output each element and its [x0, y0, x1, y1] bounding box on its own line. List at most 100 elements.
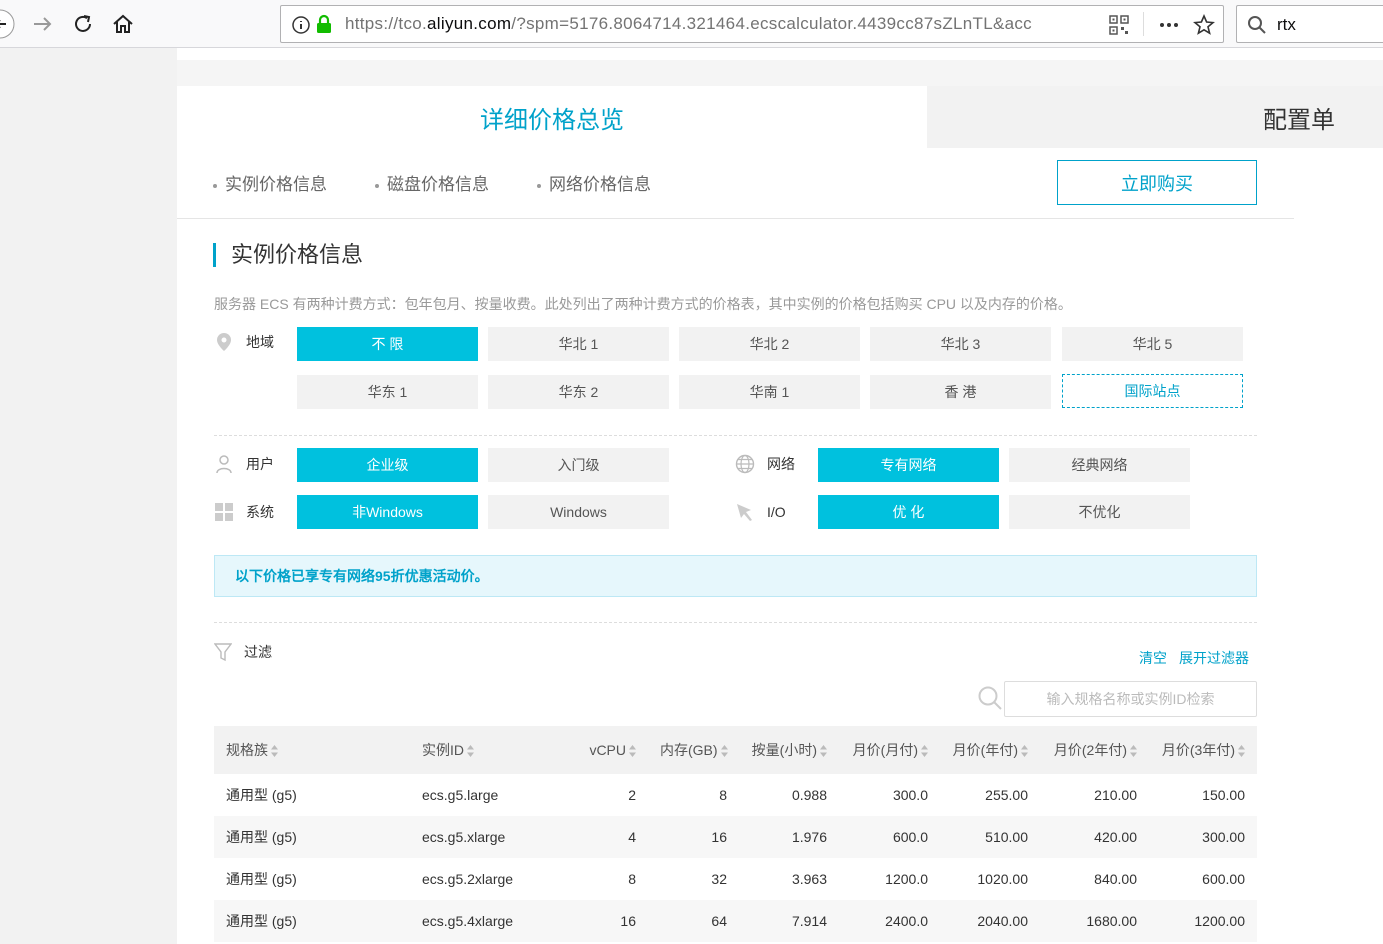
cell-yearly: 255.00	[985, 787, 1028, 803]
back-arrow-icon	[0, 9, 15, 39]
column-header-label: vCPU	[589, 742, 626, 758]
url-host: aliyun.com	[427, 14, 512, 33]
subnav-instance-price[interactable]: 实例价格信息	[213, 170, 327, 194]
qr-code-icon[interactable]	[1109, 15, 1129, 35]
sort-icon	[629, 745, 636, 758]
user-label: 用户	[214, 454, 274, 474]
filter-label: 过滤	[214, 642, 272, 662]
cell-hourly: 7.914	[791, 913, 827, 929]
network-option-vpc[interactable]: 专有网络	[818, 448, 999, 482]
network-label-text: 网络	[767, 456, 795, 472]
table-row[interactable]: 通用型 (g5) ecs.g5.xlarge 4 16 1.976 600.0 …	[214, 816, 1257, 858]
filter-clear-link[interactable]: 清空	[1139, 648, 1167, 668]
subnav-disk-price[interactable]: 磁盘价格信息	[375, 170, 489, 194]
column-header-3year[interactable]: 月价(3年付)	[1149, 740, 1257, 760]
bookmark-star-icon[interactable]	[1193, 14, 1215, 36]
cell-memory: 8	[719, 787, 727, 803]
windows-grid-icon	[214, 502, 234, 522]
back-button[interactable]	[0, 8, 24, 40]
column-header-monthly[interactable]: 月价(月付)	[839, 740, 940, 760]
subnav-network-price[interactable]: 网络价格信息	[537, 170, 651, 194]
region-option-huabei3[interactable]: 华北 3	[870, 327, 1051, 361]
column-header-hourly[interactable]: 按量(小时)	[739, 740, 839, 760]
filter-expand-link[interactable]: 展开过滤器	[1179, 648, 1249, 668]
user-option-enterprise[interactable]: 企业级	[297, 448, 478, 482]
dashed-divider	[214, 622, 1257, 623]
cell-family: 通用型 (g5)	[226, 787, 297, 803]
table-row[interactable]: 通用型 (g5) ecs.g5.4xlarge 16 64 7.914 2400…	[214, 900, 1257, 942]
system-option-non-windows[interactable]: 非Windows	[297, 495, 478, 529]
column-header-label: 月价(3年付)	[1161, 742, 1235, 758]
column-header-family[interactable]: 规格族	[214, 740, 410, 760]
filter-funnel-icon	[214, 643, 232, 662]
column-header-label: 规格族	[226, 742, 268, 758]
cell-monthly: 2400.0	[885, 913, 928, 929]
search-bar[interactable]: rtx	[1236, 5, 1383, 43]
region-option-international[interactable]: 国际站点	[1062, 374, 1243, 408]
search-value[interactable]: rtx	[1277, 15, 1296, 35]
system-label-text: 系统	[246, 504, 274, 520]
cell-yearly: 510.00	[985, 829, 1028, 845]
table-search-icon[interactable]	[977, 685, 1003, 711]
column-header-instance-id[interactable]: 实例ID	[410, 740, 560, 760]
region-option-huabei2[interactable]: 华北 2	[679, 327, 860, 361]
column-header-yearly[interactable]: 月价(年付)	[940, 740, 1040, 760]
top-strip	[177, 60, 1383, 86]
user-icon	[214, 454, 234, 474]
buy-now-button[interactable]: 立即购买	[1057, 160, 1257, 205]
column-header-vcpu[interactable]: vCPU	[560, 742, 648, 758]
user-option-entry[interactable]: 入门级	[488, 448, 669, 482]
cell-family: 通用型 (g5)	[226, 871, 297, 887]
subnav-label: 磁盘价格信息	[387, 175, 489, 194]
cell-memory: 64	[711, 913, 727, 929]
lock-icon	[317, 14, 331, 33]
cell-instance-id: ecs.g5.4xlarge	[422, 913, 514, 929]
cell-3year: 300.00	[1202, 829, 1245, 845]
page-content: 详细价格总览 配置单 实例价格信息 磁盘价格信息 网络价格信息 立即购买 实例价…	[177, 48, 1383, 944]
table-row[interactable]: 通用型 (g5) ecs.g5.2xlarge 8 32 3.963 1200.…	[214, 858, 1257, 900]
home-button[interactable]	[107, 8, 139, 40]
region-option-huabei1[interactable]: 华北 1	[488, 327, 669, 361]
pin-icon	[735, 502, 755, 522]
url-rest: /?spm=5176.8064714.321464.ecscalculator.…	[511, 14, 1032, 33]
column-header-memory[interactable]: 内存(GB)	[648, 740, 739, 760]
region-option-huadong2[interactable]: 华东 2	[488, 375, 669, 409]
column-header-label: 月价(月付)	[852, 742, 918, 758]
column-header-label: 实例ID	[422, 742, 464, 758]
instance-search-input[interactable]: 输入规格名称或实例ID检索	[1004, 681, 1257, 717]
region-option-huanan1[interactable]: 华南 1	[679, 375, 860, 409]
price-table: 规格族 实例ID vCPU 内存(GB) 按量(小时) 月价(月付) 月价(年付…	[214, 726, 1257, 942]
column-header-2year[interactable]: 月价(2年付)	[1040, 740, 1149, 760]
section-description: 服务器 ECS 有两种计费方式：包年包月、按量收费。此处列出了两种计费方式的价格…	[214, 296, 1072, 312]
cell-vcpu: 2	[628, 787, 636, 803]
url-text[interactable]: https://tco.aliyun.com/?spm=5176.8064714…	[345, 14, 1055, 34]
forward-arrow-icon	[34, 17, 52, 31]
io-option-optimized[interactable]: 优 化	[818, 495, 999, 529]
info-icon[interactable]	[291, 15, 311, 35]
region-option-huabei5[interactable]: 华北 5	[1062, 327, 1243, 361]
table-row[interactable]: 通用型 (g5) ecs.g5.large 2 8 0.988 300.0 25…	[214, 774, 1257, 816]
io-option-not-optimized[interactable]: 不优化	[1009, 495, 1190, 529]
page-actions-icon[interactable]	[1157, 15, 1181, 35]
column-header-label: 月价(年付)	[952, 742, 1018, 758]
forward-button[interactable]	[26, 8, 58, 40]
column-header-label: 按量(小时)	[751, 742, 817, 758]
user-label-text: 用户	[246, 456, 274, 472]
region-option-huadong1[interactable]: 华东 1	[297, 375, 478, 409]
cell-yearly: 2040.00	[977, 913, 1028, 929]
cell-family: 通用型 (g5)	[226, 829, 297, 845]
sort-icon	[820, 745, 827, 758]
network-option-classic[interactable]: 经典网络	[1009, 448, 1190, 482]
url-bar[interactable]: https://tco.aliyun.com/?spm=5176.8064714…	[280, 5, 1224, 43]
divider	[177, 218, 1294, 219]
region-option-all[interactable]: 不 限	[297, 327, 478, 361]
system-option-windows[interactable]: Windows	[488, 495, 669, 529]
cell-hourly: 1.976	[791, 829, 827, 845]
region-option-hongkong[interactable]: 香 港	[870, 375, 1051, 409]
sub-navigation: 实例价格信息 磁盘价格信息 网络价格信息	[213, 170, 651, 194]
io-label: I/O	[735, 502, 786, 522]
reload-button[interactable]	[67, 8, 99, 40]
tab-detail-overview[interactable]: 详细价格总览	[177, 86, 927, 148]
tab-config-list[interactable]: 配置单	[927, 86, 1383, 148]
cell-3year: 150.00	[1202, 787, 1245, 803]
